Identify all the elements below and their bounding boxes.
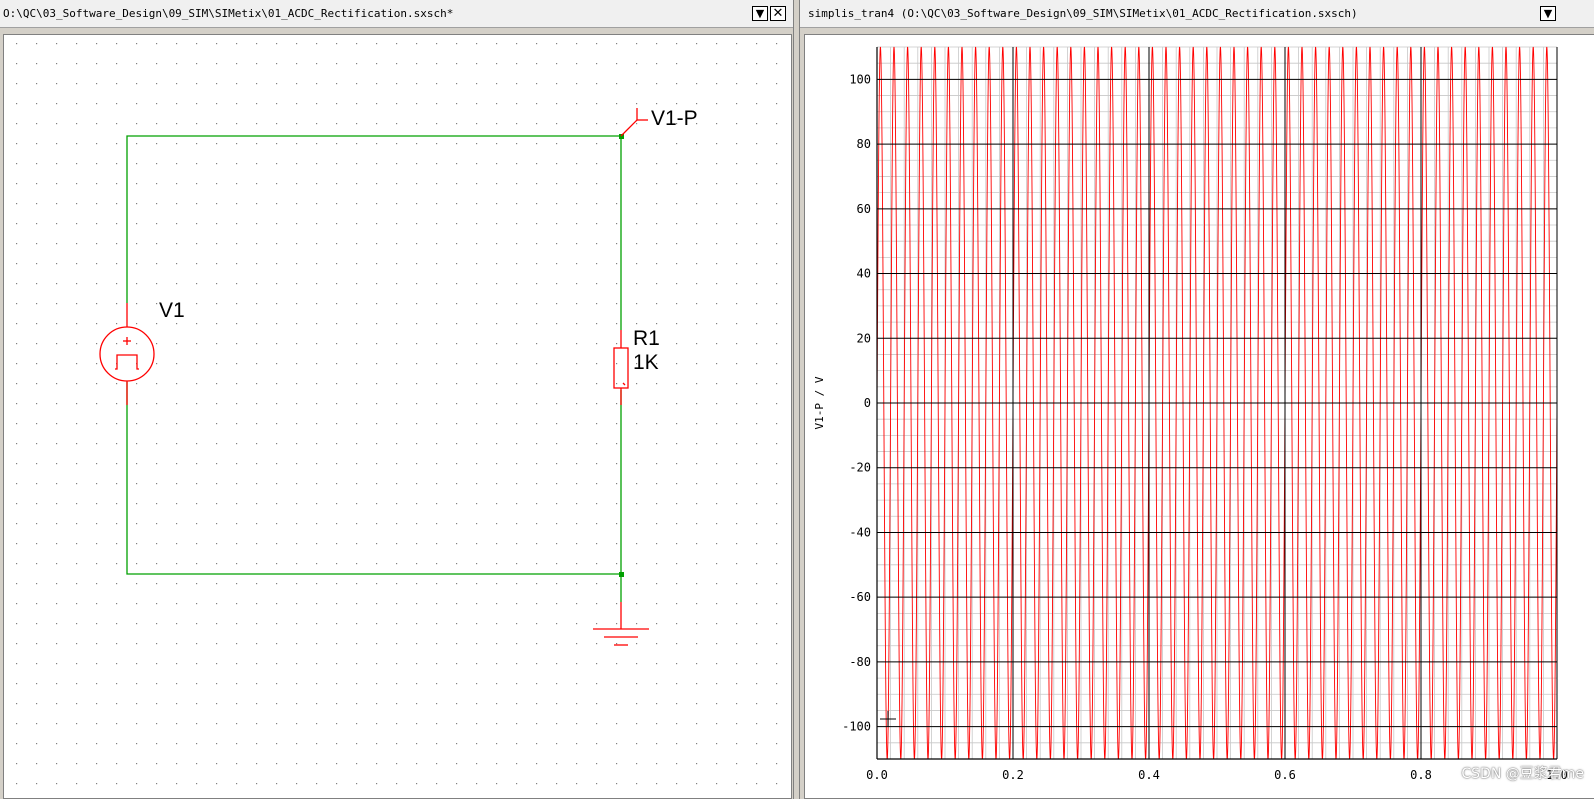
- y-tick-label: -40: [849, 525, 871, 539]
- y-tick-label: -20: [849, 461, 871, 475]
- y-tick-label: 60: [857, 202, 871, 216]
- graph-plot-area[interactable]: 100 80 60 40 20 0 -20 -40 -60 -80 -100 0.0 0.2 0.4 0.6…: [804, 34, 1594, 799]
- watermark: CSDN @豆浆君me: [1461, 766, 1584, 782]
- close-x-icon[interactable]: ✕: [770, 6, 786, 21]
- resistor-ref-label: R1: [633, 327, 660, 350]
- source-label: V1: [159, 299, 185, 322]
- dropdown-arrow-icon[interactable]: ▼: [752, 6, 768, 21]
- x-tick-label: 0.0: [866, 768, 888, 782]
- graph-window-title: simplis_tran4 (O:\QC\03_Software_Design\…: [808, 7, 1358, 20]
- x-tick-label: 0.4: [1138, 768, 1160, 782]
- schematic-drawing: [4, 35, 791, 798]
- y-tick-label: 100: [849, 72, 871, 86]
- grid-dots: [4, 35, 791, 798]
- probe-label: V1-P: [651, 107, 698, 130]
- y-tick-label: 40: [857, 267, 871, 281]
- schematic-window: O:\QC\03_Software_Design\09_SIM\SIMetix\…: [0, 0, 794, 799]
- y-tick-label: -60: [849, 590, 871, 604]
- y-tick-label: 80: [857, 137, 871, 151]
- schematic-window-title: O:\QC\03_Software_Design\09_SIM\SIMetix\…: [3, 7, 454, 20]
- graph-titlebar: simplis_tran4 (O:\QC\03_Software_Design\…: [800, 0, 1594, 28]
- y-tick-label: 0: [864, 396, 871, 410]
- y-axis-label: V1-P / V: [813, 376, 826, 429]
- x-tick-label: 0.8: [1410, 768, 1432, 782]
- x-tick-label: 0.6: [1274, 768, 1296, 782]
- y-tick-label: -80: [849, 655, 871, 669]
- resistor-value-label: 1K: [633, 351, 659, 374]
- graph-window: simplis_tran4 (O:\QC\03_Software_Design\…: [799, 0, 1594, 799]
- schematic-titlebar: O:\QC\03_Software_Design\09_SIM\SIMetix\…: [0, 0, 793, 28]
- y-tick-label: 20: [857, 331, 871, 345]
- x-tick-label: 0.2: [1002, 768, 1024, 782]
- schematic-canvas[interactable]: V1-P V1 R1 1K: [3, 34, 792, 799]
- dropdown-arrow-icon[interactable]: ▼: [1540, 6, 1556, 21]
- junction-dot: [619, 572, 624, 577]
- waveform-chart: 100 80 60 40 20 0 -20 -40 -60 -80 -100 0.0 0.2 0.4 0.6…: [813, 46, 1568, 782]
- y-tick-label: -100: [842, 720, 871, 734]
